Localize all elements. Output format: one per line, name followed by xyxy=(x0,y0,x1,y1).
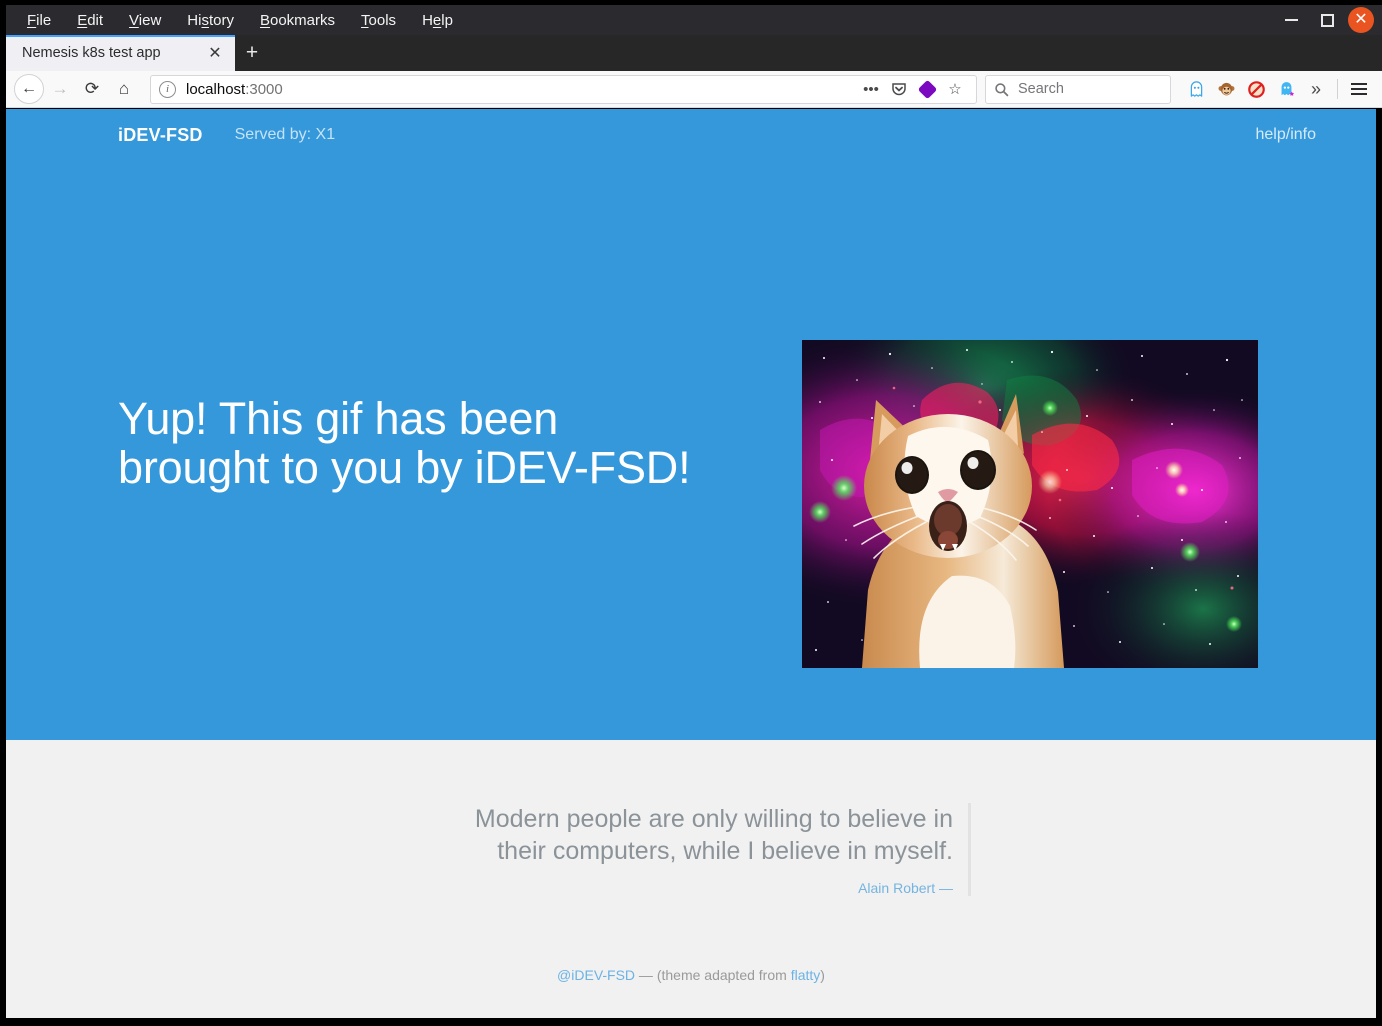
window-controls: ✕ xyxy=(1276,5,1382,35)
bookmark-star-icon[interactable]: ☆ xyxy=(942,76,968,102)
home-button[interactable]: ⌂ xyxy=(108,74,140,104)
search-icon xyxy=(995,82,1009,96)
quote-line-2: computers, while I believe in myself. xyxy=(552,837,953,865)
maximize-button[interactable] xyxy=(1312,5,1342,35)
minimize-button[interactable] xyxy=(1276,5,1306,35)
browser-window: File Edit View History Bookmarks Tools H… xyxy=(0,0,1382,1026)
ghost-star-extension-icon[interactable] xyxy=(1271,74,1301,104)
container-icon[interactable] xyxy=(914,76,940,102)
reload-icon: ⟳ xyxy=(84,79,100,98)
address-bar[interactable]: i localhost:3000 ••• ☆ xyxy=(150,74,977,104)
tab-nemesis-k8s-test-app[interactable]: Nemesis k8s test app ✕ xyxy=(6,35,235,71)
headline-line-1: Yup! This gif has been xyxy=(118,393,559,444)
tab-close-icon[interactable]: ✕ xyxy=(205,43,225,63)
quote-text: Modern people are only willing to believ… xyxy=(421,803,953,867)
address-bar-text: localhost:3000 xyxy=(186,81,283,98)
hamburger-menu-icon[interactable] xyxy=(1344,74,1374,104)
page-actions-icon[interactable]: ••• xyxy=(858,76,884,102)
footer-closing-text: ) xyxy=(820,967,825,983)
address-bar-actions: ••• ☆ xyxy=(858,76,968,102)
footer-separator-text: — (theme adapted from xyxy=(635,967,791,983)
toolbar-divider xyxy=(1337,79,1338,99)
site-header: iDEV-FSD Served by: X1 help/info xyxy=(6,109,1376,161)
quote-section: Modern people are only willing to believ… xyxy=(6,740,1376,896)
reload-button[interactable]: ⟳ xyxy=(76,74,108,104)
menu-edit[interactable]: Edit xyxy=(64,9,116,32)
quote-author[interactable]: Alain Robert — xyxy=(421,880,953,896)
menu-file[interactable]: File xyxy=(14,9,64,32)
footer-handle-link[interactable]: @iDEV-FSD xyxy=(557,967,635,983)
monkey-extension-icon[interactable] xyxy=(1211,74,1241,104)
page-footer: @iDEV-FSD — (theme adapted from flatty) xyxy=(6,967,1376,983)
cat-space-gif xyxy=(802,340,1258,668)
menu-tools[interactable]: Tools xyxy=(348,9,409,32)
tab-title: Nemesis k8s test app xyxy=(22,45,161,61)
home-icon: ⌂ xyxy=(118,79,130,98)
search-placeholder: Search xyxy=(1018,81,1064,97)
close-icon: ✕ xyxy=(1354,11,1368,28)
help-info-link[interactable]: help/info xyxy=(1256,126,1317,144)
ghost-outline-extension-icon[interactable] xyxy=(1181,74,1211,104)
site-info-icon[interactable]: i xyxy=(159,80,176,98)
overflow-menu-icon[interactable]: » xyxy=(1301,74,1331,104)
new-tab-button[interactable]: + xyxy=(238,39,266,67)
back-arrow-icon: ← xyxy=(21,80,37,97)
menu-bar: File Edit View History Bookmarks Tools H… xyxy=(6,5,1382,35)
content-blocker-extension-icon[interactable] xyxy=(1241,74,1271,104)
menu-view[interactable]: View xyxy=(116,9,174,32)
pocket-icon[interactable] xyxy=(886,76,912,102)
search-input[interactable]: Search xyxy=(985,74,1171,104)
menu-history[interactable]: History xyxy=(174,9,247,32)
navigation-toolbar: ← → ⟳ ⌂ i localhost:3000 ••• ☆ Search » xyxy=(6,71,1382,108)
close-button[interactable]: ✕ xyxy=(1348,7,1374,33)
footer-theme-link[interactable]: flatty xyxy=(791,967,821,983)
page-title: Yup! This gif has been brought to you by… xyxy=(118,394,758,492)
back-button[interactable]: ← xyxy=(14,74,44,104)
page-content: iDEV-FSD Served by: X1 help/info Yup! Th… xyxy=(6,109,1376,1018)
blockquote: Modern people are only willing to believ… xyxy=(421,803,971,896)
url-host: localhost xyxy=(186,80,246,98)
forward-arrow-icon: → xyxy=(51,79,69,98)
forward-button[interactable]: → xyxy=(44,74,76,104)
site-brand[interactable]: iDEV-FSD xyxy=(118,125,203,146)
url-port: :3000 xyxy=(245,80,283,98)
menu-bookmarks[interactable]: Bookmarks xyxy=(247,9,348,32)
served-by-label: Served by: X1 xyxy=(234,126,336,143)
menu-help[interactable]: Help xyxy=(409,9,466,32)
tab-strip: Nemesis k8s test app ✕ + ∞ xyxy=(6,35,1382,101)
hero-body: Yup! This gif has been brought to you by… xyxy=(6,161,1376,740)
hero-section: iDEV-FSD Served by: X1 help/info Yup! Th… xyxy=(6,109,1376,740)
headline-line-2: brought to you by iDEV-FSD! xyxy=(118,442,691,494)
